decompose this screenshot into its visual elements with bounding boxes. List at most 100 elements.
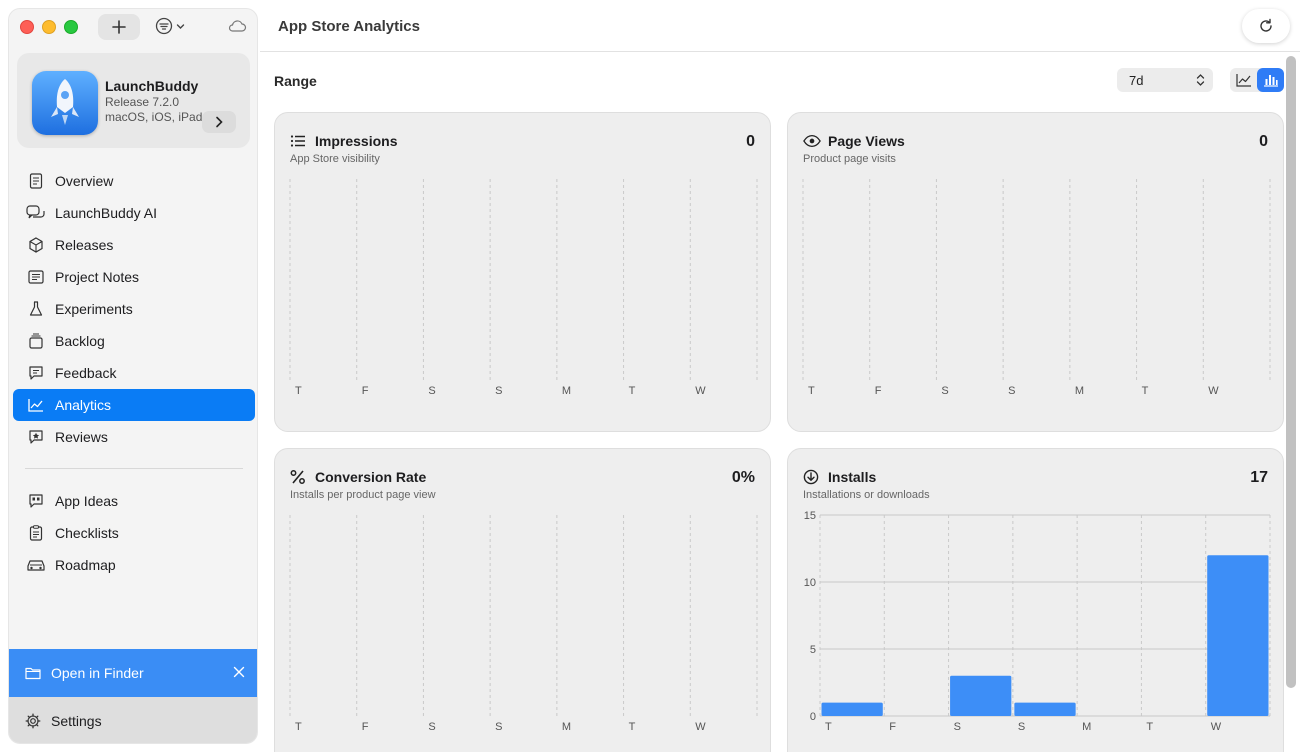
x-tick-label: S — [1018, 721, 1025, 733]
sidebar-item-app-ideas[interactable]: App Ideas — [13, 485, 255, 517]
cloud-sync-button[interactable] — [227, 18, 247, 39]
sidebar-item-label: Roadmap — [55, 557, 116, 573]
filter-icon — [155, 17, 173, 35]
note-icon — [25, 268, 47, 286]
close-window-button[interactable] — [20, 20, 34, 34]
page-views-chart: TFSSMTW — [802, 179, 1271, 397]
minimize-window-button[interactable] — [42, 20, 56, 34]
sidebar-item-backlog[interactable]: Backlog — [13, 325, 255, 357]
app-details-button[interactable] — [202, 111, 236, 133]
x-tick-label: M — [562, 721, 571, 733]
sidebar-item-project-notes[interactable]: Project Notes — [13, 261, 255, 293]
sidebar-item-label: Overview — [55, 173, 114, 189]
x-tick-label: F — [362, 385, 369, 397]
sidebar-item-roadmap[interactable]: Roadmap — [13, 549, 255, 581]
x-tick-label: W — [695, 721, 706, 733]
settings-button[interactable]: Settings — [9, 697, 257, 743]
ideas-icon — [25, 492, 47, 510]
chart-view-toggle — [1230, 68, 1284, 92]
sidebar-nav: Overview LaunchBuddy AI Releases Project… — [13, 165, 255, 581]
sidebar-item-feedback[interactable]: Feedback — [13, 357, 255, 389]
line-chart-icon — [1235, 74, 1251, 87]
bar-chart-toggle[interactable] — [1257, 68, 1284, 92]
refresh-button[interactable] — [1242, 9, 1290, 43]
x-tick-label: S — [428, 721, 435, 733]
sidebar-item-label: Releases — [55, 237, 114, 253]
conversion-rate-card: Conversion Rate Installs per product pag… — [274, 448, 771, 752]
sidebar-item-label: Backlog — [55, 333, 105, 349]
x-tick-label: S — [954, 721, 961, 733]
page-title: App Store Analytics — [278, 18, 420, 35]
sidebar-item-releases[interactable]: Releases — [13, 229, 255, 261]
flask-icon — [25, 300, 47, 318]
x-tick-label: M — [562, 385, 571, 397]
sidebar-item-label: Reviews — [55, 429, 108, 445]
refresh-icon — [1260, 18, 1272, 32]
settings-label: Settings — [51, 713, 102, 729]
app-rocket-icon — [32, 71, 98, 135]
app-name: LaunchBuddy — [105, 78, 199, 94]
sidebar-item-label: Experiments — [55, 301, 133, 317]
y-tick-label: 5 — [810, 644, 816, 656]
maximize-window-button[interactable] — [64, 20, 78, 34]
bar — [821, 702, 883, 716]
x-tick-label: F — [362, 721, 369, 733]
sidebar-item-launchbuddy-ai[interactable]: LaunchBuddy AI — [13, 197, 255, 229]
y-tick-label: 10 — [804, 577, 816, 589]
chevron-down-icon — [176, 23, 185, 29]
page-views-card: Page Views Product page visits 0 TFSSMTW — [787, 112, 1284, 432]
stack-icon — [25, 332, 47, 350]
x-tick-label: S — [495, 721, 502, 733]
sidebar-item-label: Analytics — [55, 397, 112, 413]
x-tick-label: M — [1075, 385, 1084, 397]
range-value: 7d — [1129, 72, 1144, 88]
x-tick-label: S — [428, 385, 435, 397]
document-icon — [25, 172, 47, 190]
close-icon[interactable] — [233, 665, 245, 681]
line-chart-toggle[interactable] — [1230, 68, 1257, 92]
add-button[interactable] — [98, 14, 140, 40]
sidebar-item-label: Project Notes — [55, 269, 140, 285]
title-bar: App Store Analytics — [260, 0, 1300, 52]
range-label: Range — [274, 73, 317, 89]
x-tick-label: T — [295, 385, 302, 397]
sidebar-item-label: Checklists — [55, 525, 119, 541]
cloud-icon — [228, 20, 247, 32]
updown-chevron-icon — [1196, 72, 1205, 91]
sidebar-item-reviews[interactable]: Reviews — [13, 421, 255, 453]
box-icon — [25, 236, 47, 254]
x-tick-label: T — [629, 385, 636, 397]
x-tick-label: F — [889, 721, 896, 733]
installs-card: Installs Installations or downloads 17 0… — [787, 448, 1284, 752]
x-tick-label: M — [1082, 721, 1091, 733]
clipboard-icon — [25, 524, 47, 542]
x-tick-label: T — [629, 721, 636, 733]
x-tick-label: S — [495, 385, 502, 397]
installs-chart: 0 5 10 15 T F S S M T W — [804, 510, 1271, 733]
scrollbar[interactable] — [1286, 56, 1296, 688]
chevron-right-icon — [216, 116, 223, 128]
chat-bubbles-icon — [25, 204, 47, 222]
sidebar-item-checklists[interactable]: Checklists — [13, 517, 255, 549]
gear-icon — [25, 713, 41, 729]
sidebar-item-label: Feedback — [55, 365, 117, 381]
x-tick-label: S — [1008, 385, 1015, 397]
open-in-finder-button[interactable]: Open in Finder — [9, 649, 257, 697]
star-bubble-icon — [25, 428, 47, 446]
sidebar-item-label: App Ideas — [55, 493, 119, 509]
x-tick-label: F — [875, 385, 882, 397]
sidebar-item-overview[interactable]: Overview — [13, 165, 255, 197]
filter-menu-button[interactable] — [155, 17, 185, 35]
x-tick-label: T — [295, 721, 302, 733]
range-select[interactable]: 7d — [1117, 68, 1213, 92]
x-tick-label: T — [808, 385, 815, 397]
x-tick-label: W — [1211, 721, 1222, 733]
app-release: Release 7.2.0 — [105, 95, 180, 109]
x-tick-label: S — [941, 385, 948, 397]
sidebar-item-analytics[interactable]: Analytics — [13, 389, 255, 421]
bar — [1207, 555, 1269, 716]
bar — [950, 675, 1012, 716]
app-card[interactable]: LaunchBuddy Release 7.2.0 macOS, iOS, iP… — [17, 53, 250, 148]
bar — [1014, 702, 1076, 716]
sidebar-item-experiments[interactable]: Experiments — [13, 293, 255, 325]
